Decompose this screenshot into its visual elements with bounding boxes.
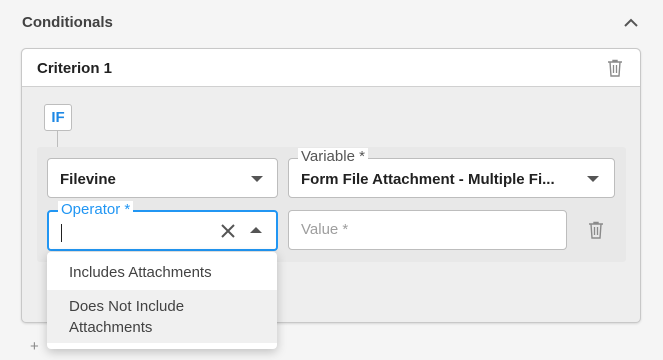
delete-criterion-trash-icon[interactable] [605, 57, 625, 79]
text-cursor [61, 224, 62, 242]
add-criterion-icon[interactable]: + [30, 338, 39, 355]
option-label-line2: Attachments [69, 319, 153, 336]
variable-select-value: Form File Attachment - Multiple Fi... [301, 171, 555, 188]
criterion-title: Criterion 1 [37, 60, 113, 77]
variable-label: Variable * [298, 148, 368, 166]
value-placeholder: Value * [301, 221, 349, 238]
caret-up-icon[interactable] [250, 227, 262, 233]
value-input[interactable]: Value * [288, 210, 567, 250]
option-includes-attachments[interactable]: Includes Attachments [47, 258, 277, 288]
connector-line [57, 131, 58, 147]
delete-row-trash-icon[interactable] [586, 219, 606, 241]
if-badge: IF [44, 104, 72, 131]
option-label: Includes Attachments [69, 264, 212, 281]
caret-down-icon [251, 176, 263, 182]
clear-icon[interactable] [219, 222, 237, 240]
operator-select[interactable]: Operator * [47, 201, 278, 251]
option-does-not-include-attachments[interactable]: Does Not Include Attachments [47, 290, 277, 343]
criterion-header: Criterion 1 [22, 49, 640, 87]
caret-down-icon [587, 176, 599, 182]
chevron-up-icon[interactable] [620, 12, 642, 34]
option-label-line1: Does Not Include [69, 298, 185, 315]
source-select-value: Filevine [60, 171, 116, 188]
operator-label: Operator * [58, 201, 134, 219]
section-title: Conditionals [22, 14, 113, 31]
source-select[interactable]: Filevine [47, 158, 278, 198]
operator-dropdown-menu: Includes Attachments Does Not Include At… [47, 252, 277, 349]
variable-select[interactable]: Variable * Form File Attachment - Multip… [288, 148, 615, 198]
